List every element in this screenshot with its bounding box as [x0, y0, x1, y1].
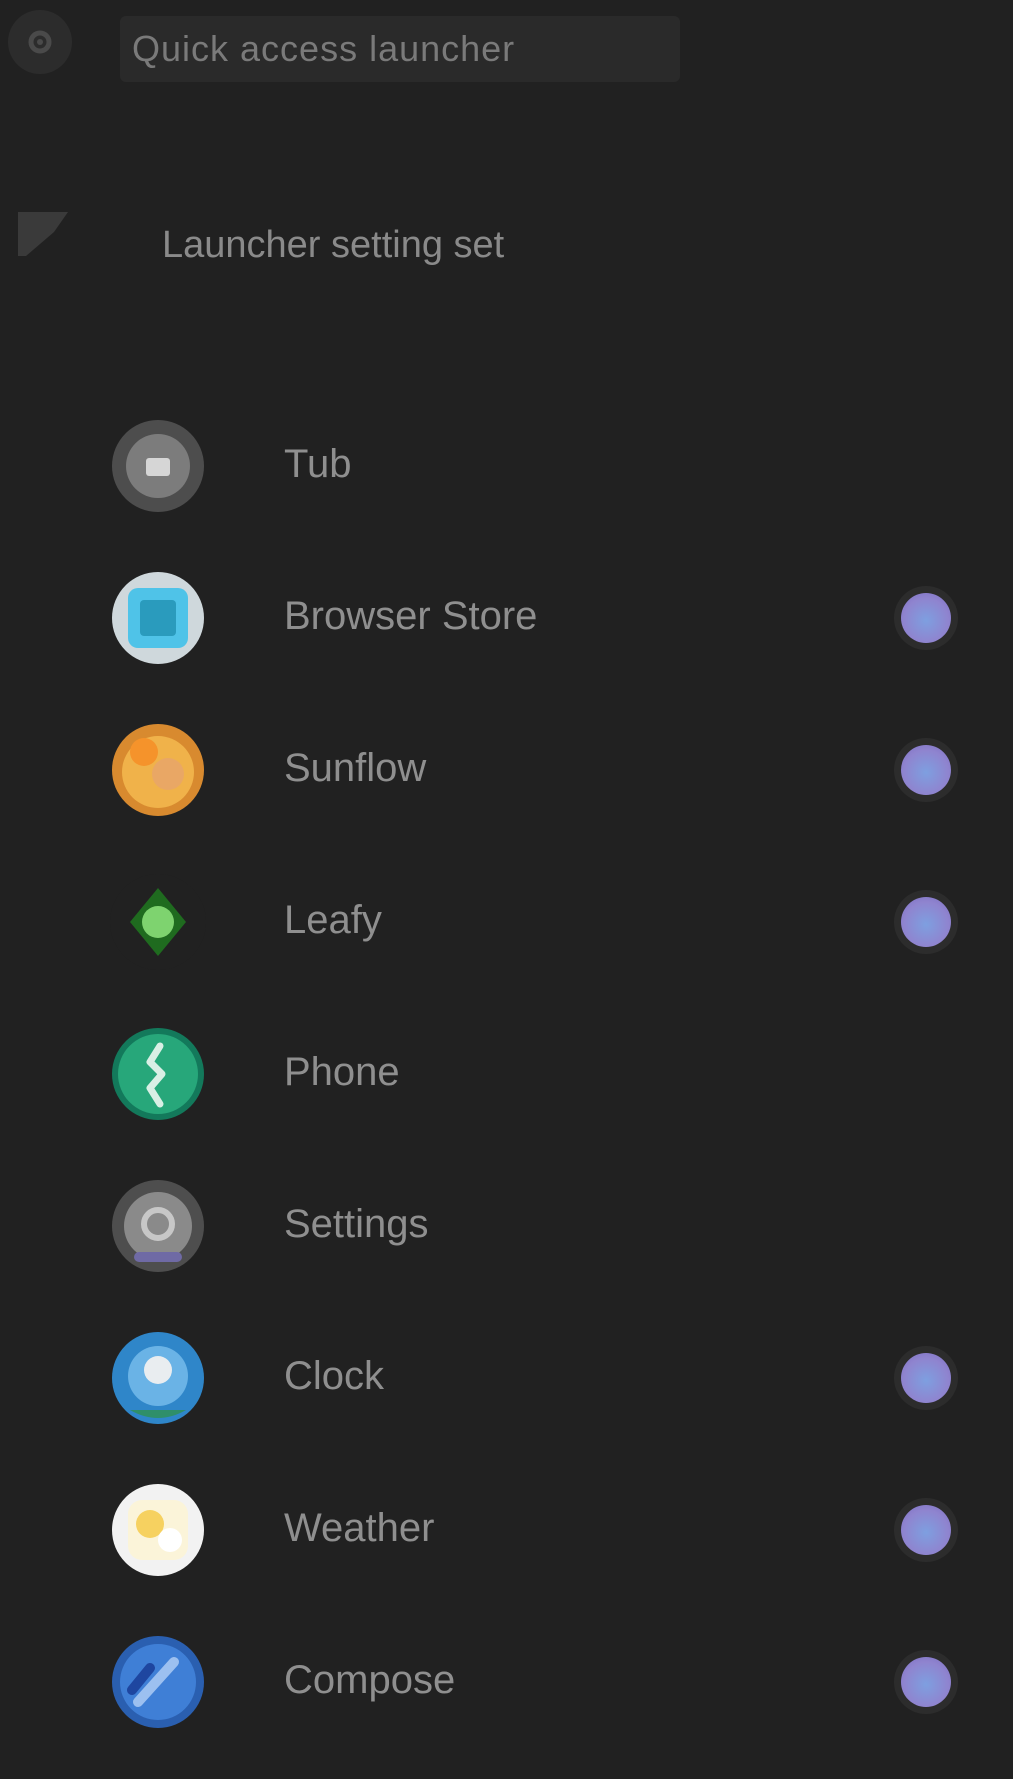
app-label: Browser Store	[284, 594, 538, 638]
list-item[interactable]: Compose	[0, 1620, 1013, 1772]
list-item[interactable]: Browser Store	[0, 556, 1013, 708]
cyan-square-app-icon	[110, 570, 206, 666]
status-badge	[894, 890, 958, 954]
blue-pencil-app-icon	[110, 1634, 206, 1730]
green-phone-app-icon	[110, 1026, 206, 1122]
page-title: Quick access launcher	[120, 16, 680, 82]
gray-app-icon	[110, 418, 206, 514]
status-badge	[894, 1498, 958, 1562]
app-label: Leafy	[284, 898, 382, 942]
top-bar: Quick access launcher	[0, 0, 1013, 90]
flag-icon	[18, 212, 68, 256]
list-item[interactable]: Weather	[0, 1468, 1013, 1620]
app-label: Compose	[284, 1658, 456, 1702]
status-badge	[894, 1650, 958, 1714]
status-badge	[894, 1346, 958, 1410]
app-list: Tub Browser Store Sunflow Leafy Phone Se…	[0, 404, 1013, 1772]
list-item[interactable]: Phone	[0, 1012, 1013, 1164]
app-label: Settings	[284, 1202, 429, 1246]
app-label: Sunflow	[284, 746, 427, 790]
list-item[interactable]: Settings	[0, 1164, 1013, 1316]
status-badge	[894, 586, 958, 650]
app-label: Weather	[284, 1506, 435, 1550]
app-label: Phone	[284, 1050, 400, 1094]
blue-clock-app-icon	[110, 1330, 206, 1426]
app-label: Tub	[284, 442, 352, 486]
weather-app-icon	[110, 1482, 206, 1578]
orange-sun-app-icon	[110, 722, 206, 818]
settings-gear-app-icon	[110, 1178, 206, 1274]
green-leaf-app-icon	[110, 874, 206, 970]
list-item[interactable]: Tub	[0, 404, 1013, 556]
app-launcher-screen: Quick access launcher Launcher setting s…	[0, 0, 1013, 1779]
list-item[interactable]: Sunflow	[0, 708, 1013, 860]
list-item[interactable]: Leafy	[0, 860, 1013, 1012]
section-title: Launcher setting set	[162, 224, 505, 266]
app-label: Clock	[284, 1354, 385, 1398]
gear-icon[interactable]	[8, 10, 72, 74]
list-item[interactable]: Clock	[0, 1316, 1013, 1468]
status-badge	[894, 738, 958, 802]
section-header: Launcher setting set	[0, 200, 1013, 320]
